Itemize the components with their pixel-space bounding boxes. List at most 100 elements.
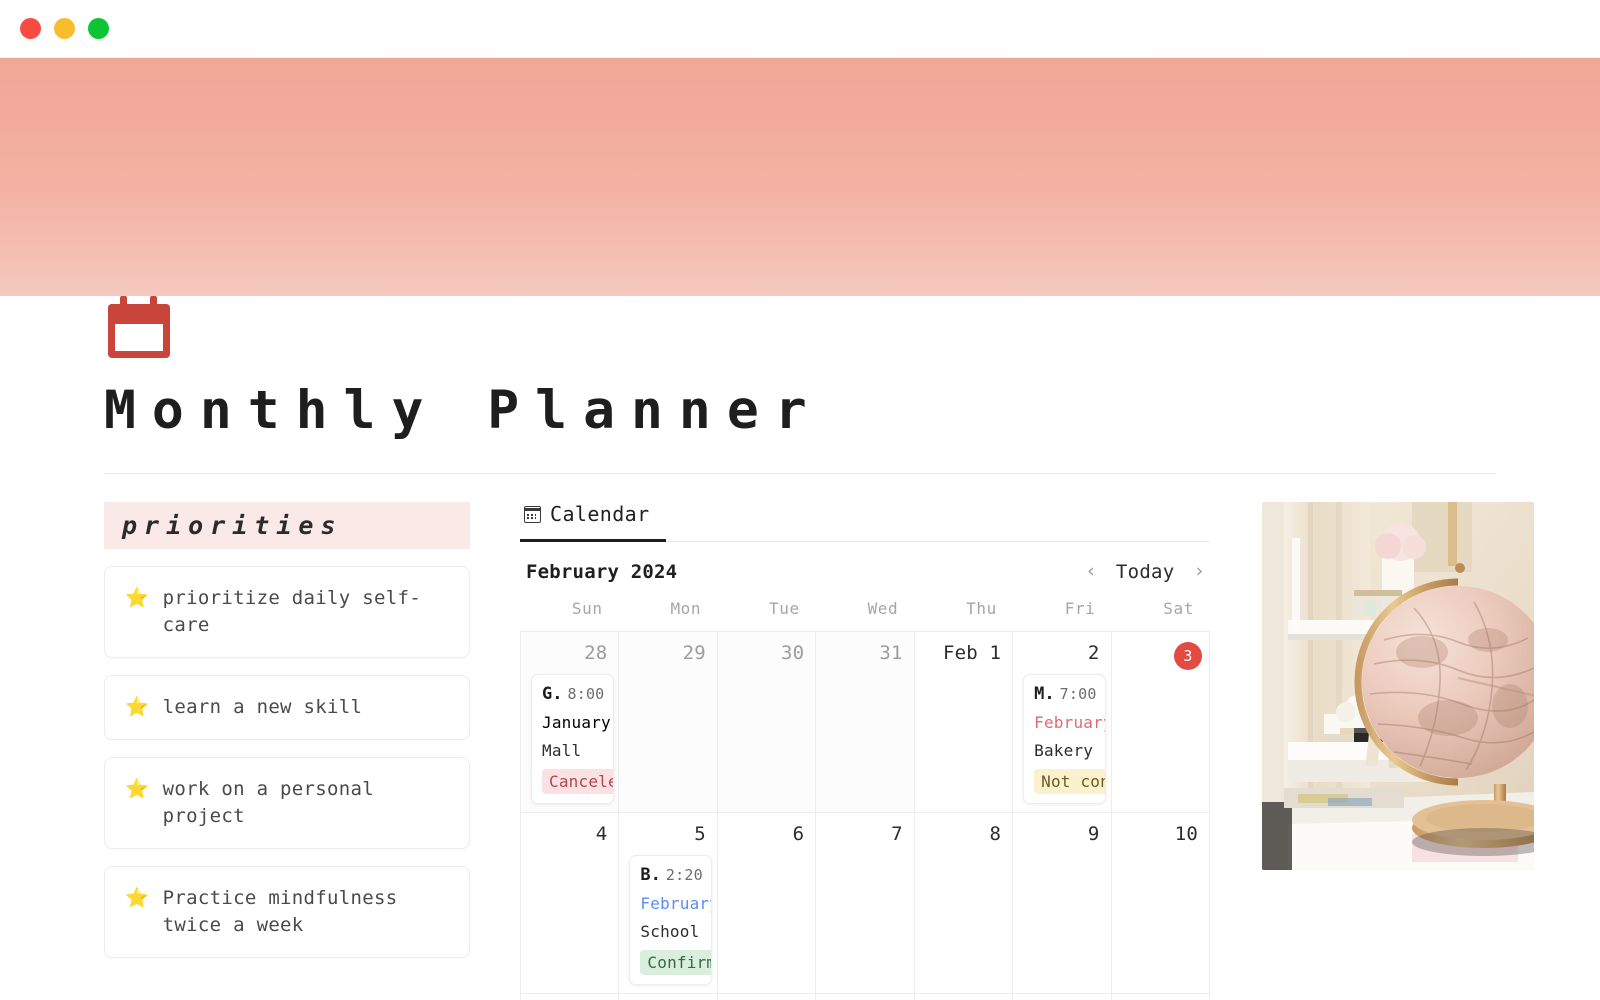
calendar-day-cell[interactable]: 15 — [914, 994, 1014, 1000]
priority-item[interactable]: ⭐ work on a personal project — [104, 757, 470, 850]
calendar-day-cell[interactable]: 29 — [619, 632, 718, 813]
calendar-day-cell[interactable]: 11 — [521, 994, 620, 1000]
star-icon: ⭐ — [125, 587, 149, 609]
star-icon: ⭐ — [125, 887, 149, 910]
priorities-heading: priorities — [104, 502, 470, 549]
star-icon: ⭐ — [125, 695, 149, 718]
priority-item[interactable]: ⭐ prioritize daily self-care — [104, 566, 470, 658]
priority-item[interactable]: ⭐ Practice mindfulness twice a week — [104, 866, 470, 959]
calendar-day-cell[interactable]: 5 B.2:20 PM February School Confirme — [619, 813, 718, 994]
calendar-event-card[interactable]: B.2:20 PM February School Confirme — [629, 855, 712, 985]
calendar-column: Calendar February 2024 ‹ Today › Sun Mon… — [470, 502, 1210, 1000]
calendar-icon[interactable] — [104, 296, 174, 358]
calendar-tabbar: Calendar — [520, 502, 1210, 542]
calendar-day-number: 2 — [1087, 642, 1100, 664]
calendar-event-card[interactable]: M.7:00 PM February Bakery Not conf — [1023, 674, 1106, 804]
calendar-week-row: 4 5 B.2:20 PM February School Confirme 6 7 8 9 10 — [521, 813, 1210, 994]
event-location: Bakery — [1034, 741, 1094, 760]
maximize-button[interactable] — [88, 18, 109, 39]
close-button[interactable] — [20, 18, 41, 39]
star-icon: ⭐ — [125, 778, 149, 801]
calendar-day-cell[interactable]: 28 G.8:00 PM January : Mall Canceled — [521, 632, 620, 813]
prev-month-button[interactable]: ‹ — [1082, 560, 1099, 583]
calendar-day-number: 31 — [879, 642, 903, 664]
title-divider — [104, 473, 1496, 474]
globe-on-shelf-photo — [1262, 502, 1534, 870]
minimize-button[interactable] — [54, 18, 75, 39]
calendar-day-number: 9 — [1087, 823, 1100, 845]
event-time: 8:00 PM — [567, 685, 612, 703]
calendar-day-cell[interactable]: 17 — [1111, 994, 1210, 1000]
event-initial: B. — [640, 865, 661, 885]
calendar-grid-icon — [524, 505, 541, 523]
calendar-day-cell[interactable]: 3 — [1111, 632, 1210, 813]
calendar-day-cell[interactable]: 7 — [816, 813, 915, 994]
day-header: Mon — [670, 599, 702, 618]
left-column: priorities ⭐ prioritize daily self-care … — [104, 502, 470, 1000]
today-badge: 3 — [1174, 642, 1202, 670]
day-header: Fri — [1064, 599, 1096, 618]
calendar-day-cell[interactable]: Feb 1 — [914, 632, 1014, 813]
page-content: Monthly Planner priorities ⭐ prioritize … — [0, 296, 1600, 1000]
day-header: Sun — [571, 599, 603, 618]
calendar-day-number: 30 — [781, 642, 805, 664]
event-location: Mall — [542, 741, 582, 760]
calendar-day-cell[interactable]: 12 — [619, 994, 718, 1000]
header-banner-image — [0, 58, 1600, 334]
event-title: February — [1034, 713, 1106, 732]
priority-item[interactable]: ⭐ learn a new skill — [104, 674, 470, 741]
event-status-badge: Canceled — [542, 769, 613, 794]
calendar-day-number: 5 — [694, 823, 706, 845]
calendar-day-number: 10 — [1174, 823, 1198, 845]
calendar-day-cell[interactable]: 30 — [717, 632, 817, 813]
calendar-day-cell[interactable]: 4 — [521, 813, 620, 994]
calendar-day-number: Feb 1 — [942, 642, 1002, 664]
calendar-nav: ‹ Today › — [1082, 560, 1208, 583]
calendar-event-card[interactable]: G.8:00 PM January : Mall Canceled — [531, 674, 614, 804]
event-location: School — [640, 922, 700, 941]
priorities-heading-label: priorities — [122, 511, 343, 540]
calendar-day-number: 4 — [595, 823, 608, 845]
priority-item-label: work on a personal project — [162, 778, 374, 828]
priority-item-label: learn a new skill — [162, 695, 363, 718]
day-header: Thu — [966, 599, 997, 618]
calendar-day-cell[interactable]: 14 — [816, 994, 915, 1000]
calendar-day-number: 29 — [682, 642, 706, 664]
calendar-day-cell[interactable]: 9 — [1013, 813, 1112, 994]
right-column — [1210, 502, 1534, 1000]
today-button[interactable]: Today — [1116, 561, 1175, 583]
event-title: February — [640, 894, 712, 913]
calendar-day-cell[interactable]: 10 — [1111, 813, 1210, 994]
priority-item-label: Practice mindfulness twice a week — [162, 887, 398, 937]
day-header: Tue — [769, 599, 800, 618]
event-time: 7:00 PM — [1059, 685, 1105, 703]
calendar-day-cell[interactable]: 31 — [816, 632, 915, 813]
day-header: Sat — [1163, 599, 1194, 618]
window-titlebar — [0, 0, 1600, 58]
calendar-day-cell[interactable]: 13 — [717, 994, 817, 1000]
day-header: Wed — [867, 599, 899, 618]
priority-item-label: prioritize daily self-care — [162, 587, 421, 636]
event-initial: M. — [1034, 684, 1055, 704]
calendar-day-number: 3 — [1122, 642, 1202, 670]
calendar-grid: 28G.8:00 PMJanuary :MallCanceled293031Fe… — [520, 631, 1210, 1000]
event-status-badge: Not conf — [1034, 769, 1105, 794]
calendar-day-number: 28 — [584, 642, 608, 664]
day-of-week-header: Sun Mon Tue Wed Thu Fri Sat — [520, 597, 1210, 631]
event-initial: G. — [542, 684, 563, 704]
calendar-day-cell[interactable]: 16 — [1013, 994, 1112, 1000]
tab-calendar[interactable]: Calendar — [520, 502, 666, 542]
next-month-button[interactable]: › — [1191, 560, 1208, 583]
event-time: 2:20 PM — [665, 866, 711, 884]
event-title: January : — [542, 713, 613, 732]
calendar-month-title: February 2024 — [526, 560, 678, 583]
calendar-day-cell[interactable]: 8 — [914, 813, 1014, 994]
calendar-week-row: 11121314151617 — [521, 994, 1210, 1000]
calendar-day-cell[interactable]: 2 M.7:00 PM February Bakery Not conf — [1013, 632, 1112, 813]
calendar-day-cell[interactable]: 6 — [717, 813, 817, 994]
calendar-day-number: 6 — [792, 823, 805, 845]
page-title: Monthly Planner — [104, 380, 823, 441]
calendar-week-row: 28 G.8:00 PM January : Mall Canceled 29 30 31 Fe… — [521, 632, 1210, 813]
event-status-badge: Confirme — [640, 950, 711, 975]
calendar-header: February 2024 ‹ Today › — [520, 542, 1210, 597]
